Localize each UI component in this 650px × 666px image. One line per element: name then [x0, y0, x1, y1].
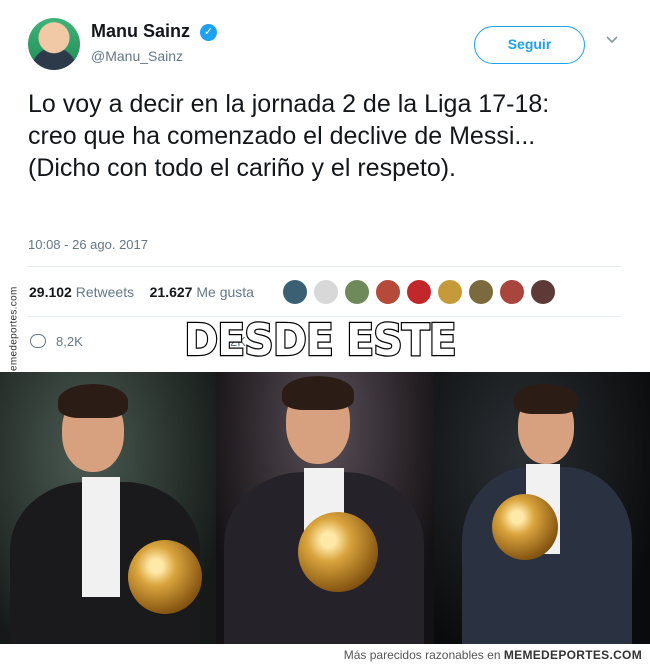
liker-avatar[interactable] — [530, 279, 556, 305]
footer-site[interactable]: MEMEDEPORTES.COM — [504, 648, 642, 662]
footer-prefix: Más parecidos razonables en — [343, 648, 501, 662]
author-name[interactable]: Manu Sainz — [91, 21, 190, 42]
side-watermark-text: Memedeportes.com — [8, 285, 20, 380]
ballon-dor-trophy — [298, 512, 378, 592]
liker-avatar[interactable] — [468, 279, 494, 305]
retweets-count[interactable]: 29.102 — [29, 284, 72, 300]
follow-button[interactable]: Seguir — [474, 26, 585, 64]
chevron-down-icon[interactable] — [605, 32, 619, 46]
liker-avatar[interactable] — [282, 279, 308, 305]
figure-hair — [58, 384, 128, 418]
divider — [28, 266, 621, 267]
footer-text: Más parecidos razonables en MEMEDEPORTES… — [344, 648, 642, 662]
reply-action[interactable]: 8,2K — [30, 334, 83, 349]
tweet-stats: 29.102 Retweets 21.627 Me gusta — [29, 284, 254, 300]
tweet-timestamp[interactable]: 10:08 - 26 ago. 2017 — [28, 237, 148, 252]
ballon-dor-trophy — [128, 540, 202, 614]
verified-badge-icon: ✓ — [200, 24, 217, 41]
liker-avatar[interactable] — [375, 279, 401, 305]
footer-watermark: Más parecidos razonables en MEMEDEPORTES… — [0, 644, 650, 666]
photo-messi-2 — [216, 372, 434, 644]
tweet-text: Lo voy a decir en la jornada 2 de la Lig… — [28, 90, 550, 182]
photo-messi-3 — [434, 372, 650, 644]
figure-hair — [514, 384, 578, 414]
figure-shirt — [82, 477, 120, 597]
figure-hair — [282, 376, 354, 410]
reply-icon[interactable] — [30, 334, 46, 348]
likes-label[interactable]: Me gusta — [196, 284, 254, 300]
reply-count: 8,2K — [56, 334, 83, 349]
author-handle[interactable]: @Manu_Sainz — [91, 48, 183, 64]
liker-avatar[interactable] — [437, 279, 463, 305]
liker-avatar[interactable] — [499, 279, 525, 305]
liker-avatar[interactable] — [313, 279, 339, 305]
photo-messi-1 — [0, 372, 216, 644]
retweets-label[interactable]: Retweets — [76, 284, 134, 300]
author-avatar[interactable] — [28, 18, 80, 70]
likes-count[interactable]: 21.627 — [150, 284, 193, 300]
liker-avatar[interactable] — [344, 279, 370, 305]
ballon-dor-trophy — [492, 494, 558, 560]
liker-avatar[interactable] — [406, 279, 432, 305]
photo-strip — [0, 372, 650, 644]
